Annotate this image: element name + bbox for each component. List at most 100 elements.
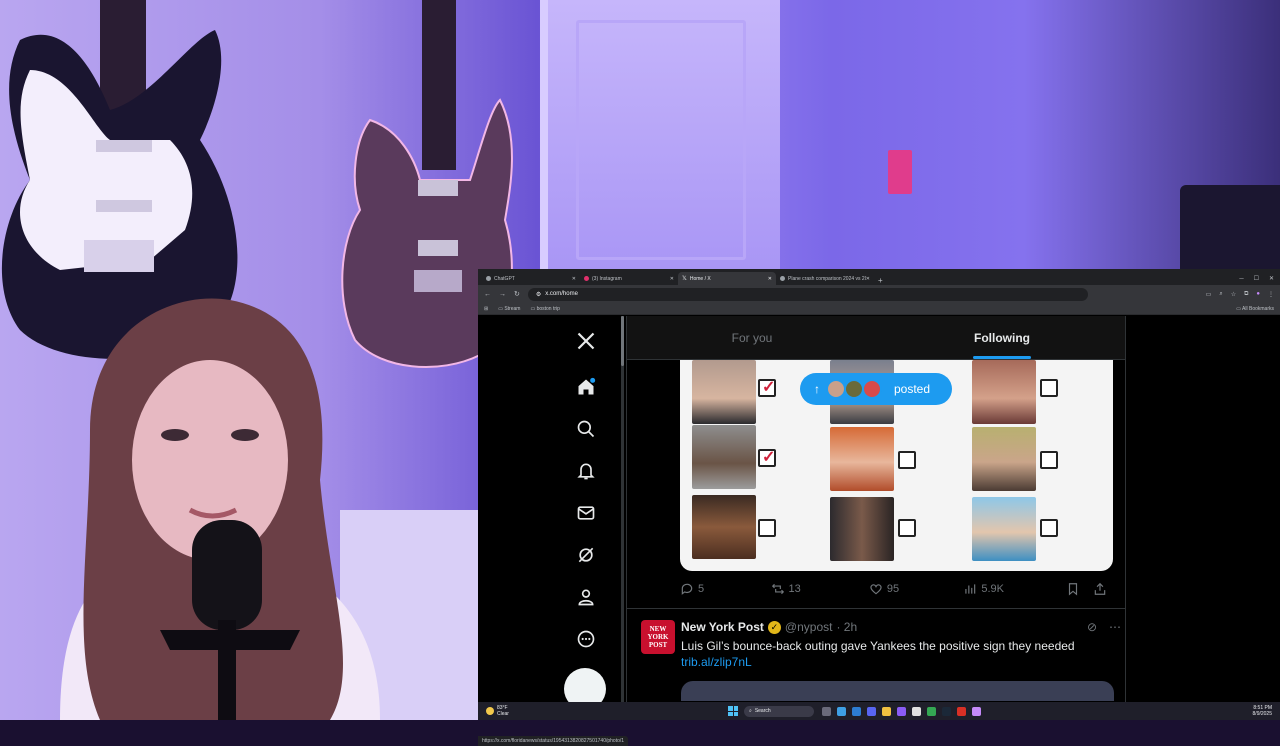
bookmark-button[interactable]	[1066, 582, 1088, 596]
nav-scroll-thumb[interactable]	[621, 316, 624, 366]
tweet-link[interactable]: trib.al/zlip7nL	[681, 655, 752, 669]
extensions-icon[interactable]: ⧉	[1244, 291, 1248, 298]
x-logo-icon: 𝕏	[682, 276, 687, 282]
nav-scrollbar[interactable]	[621, 316, 624, 702]
grok-icon[interactable]	[568, 542, 604, 568]
close-icon[interactable]: ✕	[768, 276, 772, 282]
photo	[692, 425, 756, 489]
address-text: x.com/home	[545, 291, 578, 297]
tab-plane-crash[interactable]: Plane crash comparison 2024 vs 2025 ✕	[776, 272, 874, 285]
bookmarks-bar: ⊞ ▭ Stream ▭ boston trip ▭ All Bookmarks	[478, 303, 1280, 315]
maximize-icon[interactable]: ☐	[1254, 275, 1259, 282]
chrome-icon[interactable]	[927, 706, 936, 716]
bookmark-icon	[1068, 583, 1077, 596]
notifications-icon[interactable]	[568, 458, 604, 484]
obs-icon[interactable]	[957, 706, 966, 716]
browser-toolbar: ← → ↻ ⚙ x.com/home ▭ ⌕ ☆ ⧉ ● ⋮	[478, 285, 1280, 303]
menu-icon[interactable]: ⋮	[1268, 291, 1274, 298]
file-explorer-icon[interactable]	[882, 706, 891, 716]
search-placeholder: Search	[754, 708, 771, 714]
windows-start-icon[interactable]	[728, 706, 738, 716]
share-button[interactable]	[1093, 582, 1113, 596]
tab-label: For you	[731, 330, 773, 345]
heart-icon	[870, 584, 882, 595]
close-icon[interactable]: ✕	[866, 276, 870, 282]
tweet-actions: 5 13 95 5.9K	[680, 578, 1113, 600]
avatar	[844, 379, 864, 399]
nypost-avatar[interactable]: NEW YORK POST	[641, 620, 675, 654]
steam-icon[interactable]	[942, 706, 951, 716]
tab-label: Home / X	[689, 275, 711, 282]
bookmark-stream[interactable]: ▭ Stream	[498, 306, 520, 312]
tweet-time[interactable]: · 2h	[836, 620, 857, 634]
tab-chatgpt[interactable]: ChatGPT ✕	[482, 272, 580, 285]
all-bookmarks[interactable]: ▭ All Bookmarks	[1236, 306, 1280, 312]
checkbox	[898, 451, 916, 469]
tab-label: Following	[974, 330, 1030, 345]
messages-icon[interactable]	[568, 500, 604, 526]
reply-button[interactable]: 5	[680, 582, 771, 596]
author-name[interactable]: New York Post	[681, 620, 764, 634]
new-posts-pill[interactable]: ↑ posted	[800, 373, 952, 405]
more-options-icon[interactable]: ⋯	[1109, 620, 1121, 634]
photo	[692, 495, 756, 559]
address-bar[interactable]: ⚙ x.com/home	[527, 287, 1088, 301]
bookmark-star-icon[interactable]: ☆	[1231, 291, 1236, 298]
taskbar-search[interactable]: ⌕ Search	[744, 705, 814, 717]
system-clock[interactable]: 8:51 PM 8/9/2025	[1253, 705, 1280, 717]
bookmark-boston-trip[interactable]: ▭ boston trip	[530, 306, 559, 312]
share-icon	[1095, 582, 1106, 595]
discord-icon[interactable]	[867, 706, 876, 716]
cast-icon[interactable]: ▭	[1206, 291, 1212, 298]
chatgpt-icon	[486, 276, 491, 281]
forward-icon[interactable]: →	[499, 291, 506, 298]
zoom-icon[interactable]: ⌕	[1219, 291, 1222, 298]
tweet-text: Luis Gil’s bounce-back outing gave Yanke…	[681, 639, 1075, 653]
weather-widget[interactable]: 83°F Clear	[478, 705, 728, 717]
verified-badge-icon: ✓	[767, 620, 781, 634]
new-tab-button[interactable]: +	[874, 276, 887, 285]
like-count: 95	[886, 583, 900, 595]
pill-label: posted	[894, 382, 931, 396]
close-icon[interactable]: ✕	[670, 276, 674, 282]
tab-x-home[interactable]: 𝕏 Home / X ✕	[678, 272, 776, 285]
task-view-icon[interactable]	[822, 706, 831, 716]
windows-taskbar: 83°F Clear ⌕ Search 8:51 PM 8/9/2025	[478, 702, 1280, 720]
app-icon[interactable]	[912, 706, 921, 716]
apps-icon[interactable]: ⊞	[484, 306, 488, 312]
views-button[interactable]: 5.9K	[963, 582, 1065, 596]
tweet-image[interactable]	[681, 681, 1114, 701]
all-bookmarks-label: All Bookmarks	[1242, 305, 1274, 312]
reload-icon[interactable]: ↻	[514, 290, 520, 298]
grok-icon[interactable]: ⊘	[1087, 620, 1097, 634]
close-icon[interactable]: ✕	[572, 276, 576, 282]
profile-icon[interactable]: ●	[1256, 291, 1260, 298]
app-icon[interactable]	[972, 706, 981, 716]
site-info-icon[interactable]: ⚙	[536, 291, 541, 298]
like-button[interactable]: 95	[869, 582, 963, 596]
tab-label: Plane crash comparison 2024 vs 2025	[788, 275, 866, 282]
app-icon[interactable]	[852, 706, 861, 716]
app-icon[interactable]	[897, 706, 906, 716]
toolbar-actions: ▭ ⌕ ☆ ⧉ ● ⋮	[1206, 291, 1274, 298]
minimize-icon[interactable]: ─	[1239, 276, 1243, 282]
tab-instagram[interactable]: (3) Instagram ✕	[580, 272, 678, 285]
door-panel	[576, 20, 746, 260]
x-home-page: For you Following ✓ ✓ ↑ posted 5 13 95 5…	[478, 316, 1280, 746]
author-handle[interactable]: @nypost	[785, 620, 833, 634]
more-icon[interactable]	[568, 626, 604, 652]
back-icon[interactable]: ←	[484, 291, 491, 298]
home-icon[interactable]	[568, 374, 604, 400]
close-window-icon[interactable]: ✕	[1269, 275, 1274, 282]
repost-button[interactable]: 13	[771, 582, 869, 596]
profile-icon[interactable]	[568, 584, 604, 610]
tab-strip: ChatGPT ✕ (3) Instagram ✕ 𝕏 Home / X ✕ Plane…	[478, 269, 1280, 285]
view-count: 5.9K	[981, 583, 1004, 595]
tab-following[interactable]: Following	[877, 316, 1125, 359]
bookmark-label: Stream	[504, 305, 521, 312]
search-icon[interactable]	[568, 416, 604, 442]
x-logo-icon[interactable]	[568, 328, 604, 354]
photo	[972, 427, 1036, 491]
tab-for-you[interactable]: For you	[627, 316, 877, 359]
edge-icon[interactable]	[837, 706, 846, 716]
